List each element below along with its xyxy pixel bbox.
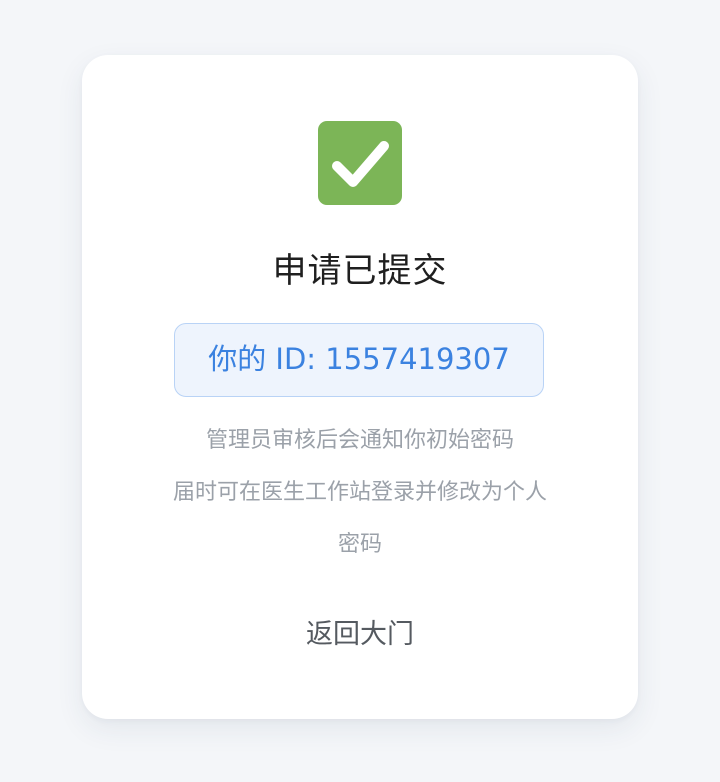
user-id-box: 你的 ID: 1557419307	[174, 323, 544, 397]
back-to-gate-link[interactable]: 返回大门	[260, 607, 460, 663]
notice-line: 届时可在医生工作站登录并修改为个人	[172, 480, 547, 505]
notice-line: 管理员审核后会通知你初始密码	[205, 428, 514, 453]
user-id-label: 你的 ID:	[208, 342, 317, 376]
notice-text: 管理员审核后会通知你初始密码 届时可在医生工作站登录并修改为个人 密码	[112, 415, 608, 571]
page-title: 申请已提交	[272, 251, 448, 291]
check-mark-icon	[318, 121, 402, 205]
result-card: 申请已提交 你的 ID: 1557419307 管理员审核后会通知你初始密码 届…	[82, 55, 638, 719]
notice-line: 密码	[337, 532, 382, 557]
user-id-value: 1557419307	[325, 342, 510, 376]
